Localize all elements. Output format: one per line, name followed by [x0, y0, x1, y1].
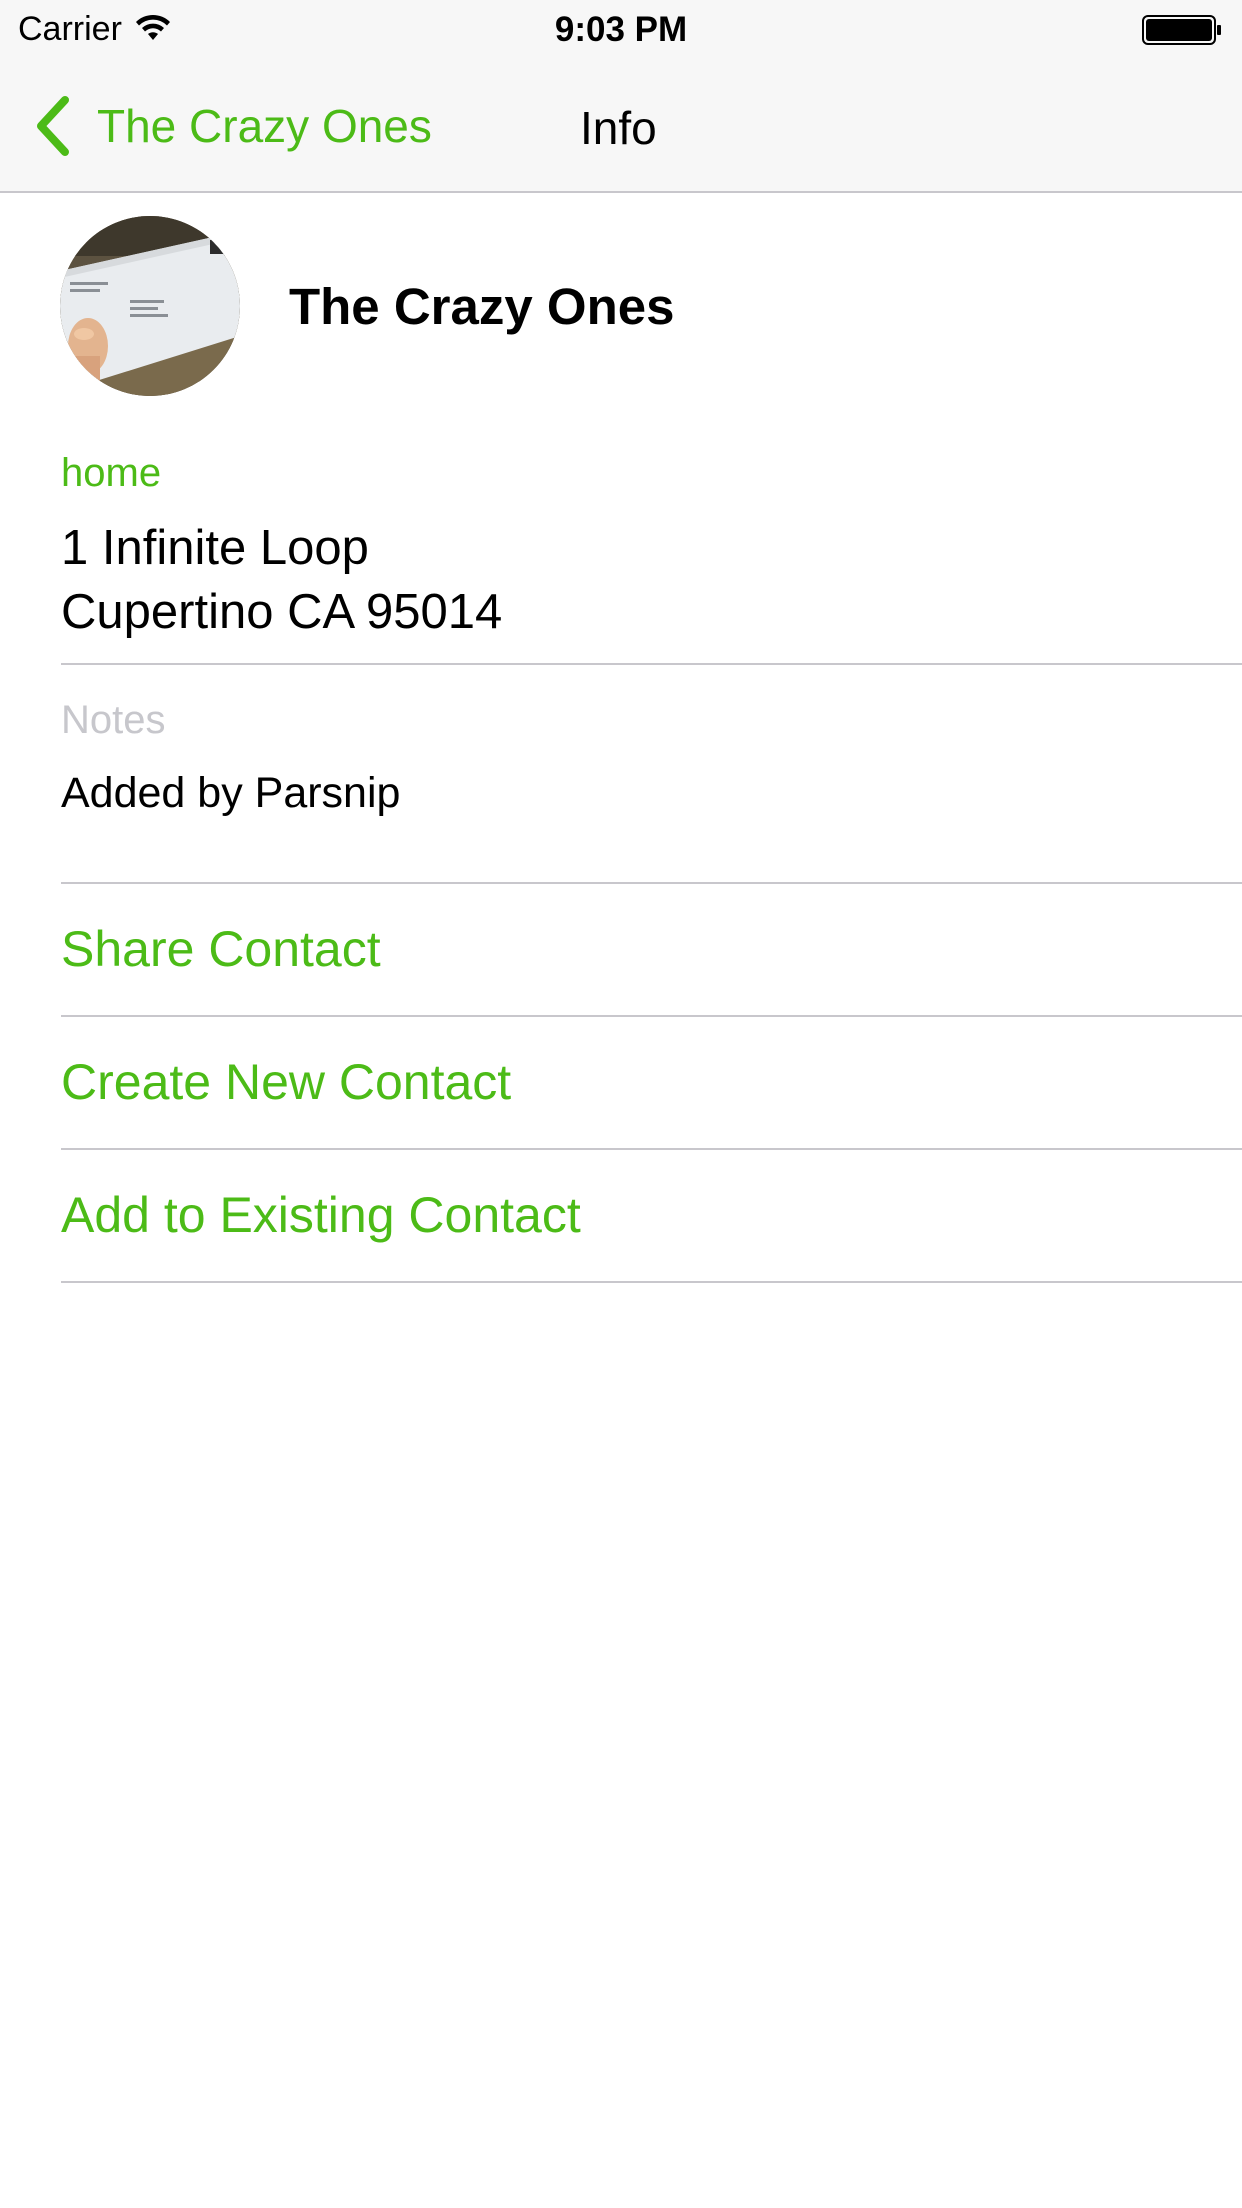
- envelope-photo: [60, 216, 240, 396]
- notes-label: Notes: [61, 698, 166, 742]
- status-bar: Carrier 9:03 PM: [0, 0, 1242, 60]
- address-line-1: 1 Infinite Loop: [61, 521, 369, 575]
- address-field[interactable]: home 1 Infinite Loop Cupertino CA 95014: [0, 422, 1242, 665]
- notes-field[interactable]: Added by Parsnip: [61, 769, 400, 818]
- back-button-label: The Crazy Ones: [97, 100, 432, 152]
- contact-name: The Crazy Ones: [289, 278, 675, 335]
- create-new-contact-button[interactable]: Create New Contact: [61, 1053, 511, 1111]
- page-title: Info: [580, 102, 657, 154]
- chevron-left-icon: [37, 96, 69, 156]
- address-label: home: [61, 451, 162, 495]
- navigation-bar: The Crazy Ones Info: [0, 60, 1242, 193]
- address-line-2: Cupertino CA 95014: [61, 585, 503, 639]
- back-button[interactable]: The Crazy Ones: [33, 96, 432, 156]
- status-time: 9:03 PM: [554, 10, 688, 49]
- divider: [61, 663, 1242, 665]
- contact-header: The Crazy Ones: [0, 192, 1242, 422]
- divider: [61, 1281, 1242, 1283]
- divider: [61, 1148, 1242, 1150]
- share-contact-button[interactable]: Share Contact: [61, 920, 381, 978]
- add-to-existing-contact-button[interactable]: Add to Existing Contact: [61, 1186, 581, 1244]
- battery-full-icon: [1142, 15, 1221, 45]
- divider: [61, 1015, 1242, 1017]
- divider: [61, 882, 1242, 884]
- avatar: [60, 216, 240, 396]
